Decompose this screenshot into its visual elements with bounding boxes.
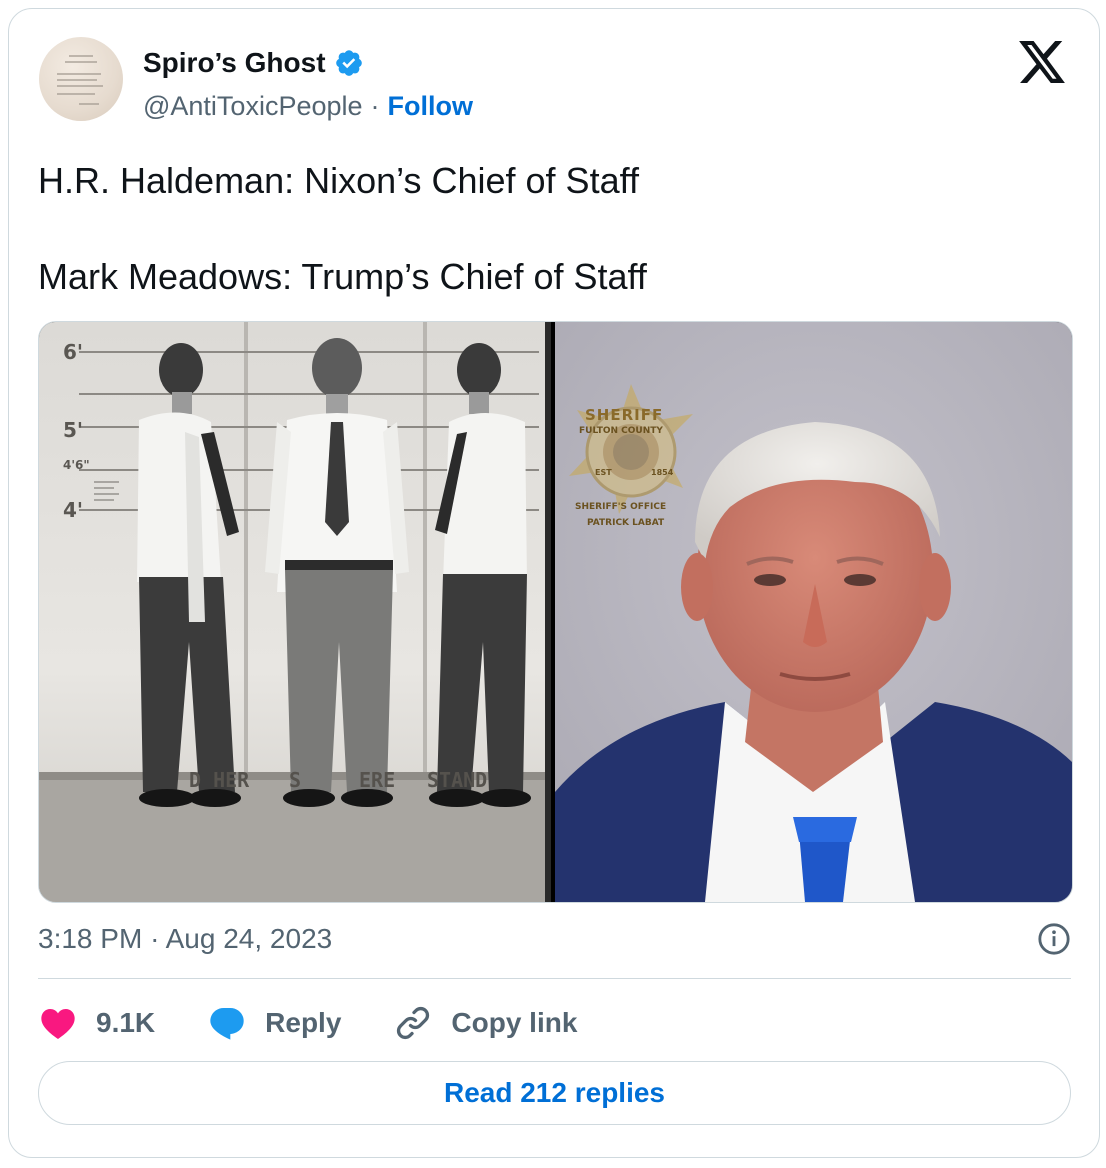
lineup-photo[interactable]: 6' 5' 4'6" 4' D HER S ERE STAND: [39, 322, 551, 902]
like-button[interactable]: 9.1K: [38, 1003, 155, 1043]
heart-icon: [41, 1009, 75, 1039]
badge-name: PATRICK LABAT: [587, 518, 665, 528]
display-name[interactable]: Spiro’s Ghost: [143, 47, 326, 79]
timestamp-link[interactable]: 3:18 PM · Aug 24, 2023: [38, 923, 332, 955]
tweet-meta-row: 3:18 PM · Aug 24, 2023: [38, 917, 1071, 961]
badge-county: FULTON COUNTY: [579, 426, 663, 436]
embedded-tweet-card: Spiro’s Ghost @AntiToxicPeople · Follow …: [8, 8, 1100, 1158]
handle-row: @AntiToxicPeople · Follow: [143, 89, 473, 123]
handle[interactable]: @AntiToxicPeople: [143, 91, 363, 122]
tweet-text: H.R. Haldeman: Nixon’s Chief of Staff Ma…: [38, 157, 1068, 301]
floor-text-4: STAND: [427, 768, 488, 792]
tweet-time: 3:18 PM: [38, 923, 143, 954]
floor-text-2: S: [289, 768, 302, 792]
height-mark-6ft: 6': [63, 340, 84, 364]
badge-sheriff: SHERIFF: [585, 406, 664, 424]
floor-text-1: D HER: [189, 768, 250, 792]
copy-link-button[interactable]: Copy link: [393, 1003, 577, 1043]
badge-est: EST: [595, 468, 612, 477]
separator-dot: ·: [370, 90, 380, 121]
badge-office: SHERIFF'S OFFICE: [575, 502, 667, 512]
tweet-line-2: Mark Meadows: Trump’s Chief of Staff: [38, 256, 647, 297]
follow-link[interactable]: Follow: [388, 91, 473, 122]
media-grid: 6' 5' 4'6" 4' D HER S ERE STAND SHERIFF …: [38, 321, 1073, 903]
height-mark-4ft6: 4'6": [63, 458, 90, 472]
action-bar: 9.1K Reply Copy link: [38, 1001, 629, 1045]
x-logo-icon[interactable]: [1019, 41, 1065, 83]
info-icon[interactable]: [1037, 922, 1071, 956]
height-mark-4ft: 4': [63, 498, 84, 522]
badge-year: 1854: [651, 468, 674, 477]
verified-badge-icon: [335, 50, 362, 76]
reply-label: Reply: [265, 1007, 342, 1038]
avatar[interactable]: [39, 37, 123, 121]
divider: [38, 978, 1071, 979]
mugshot-photo[interactable]: SHERIFF FULTON COUNTY EST 1854 SHERIFF'S…: [555, 322, 1072, 902]
height-mark-5ft: 5': [63, 418, 84, 442]
copy-link-label: Copy link: [451, 1007, 578, 1038]
floor-text-3: ERE: [359, 768, 396, 792]
link-icon: [397, 1006, 430, 1040]
reply-bubble-icon: [210, 1008, 244, 1040]
reply-button[interactable]: Reply: [207, 1003, 341, 1043]
author-name-row: Spiro’s Ghost: [143, 45, 364, 81]
read-replies-button[interactable]: Read 212 replies: [38, 1061, 1071, 1125]
tweet-date: Aug 24, 2023: [165, 923, 333, 954]
lineup-photo-illustration: [39, 322, 551, 902]
meta-separator: ·: [150, 923, 160, 954]
like-count: 9.1K: [96, 1007, 156, 1038]
tweet-line-1: H.R. Haldeman: Nixon’s Chief of Staff: [38, 160, 639, 201]
